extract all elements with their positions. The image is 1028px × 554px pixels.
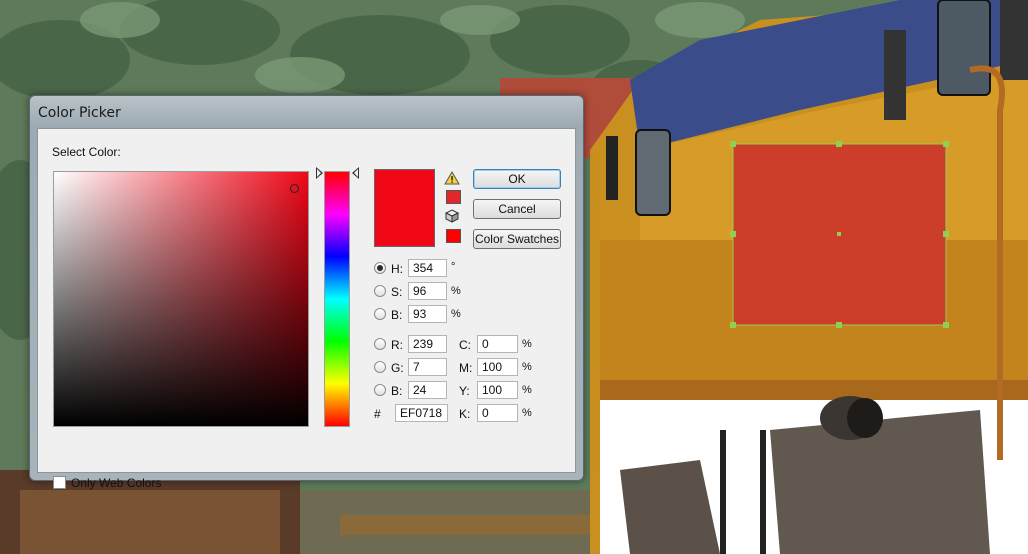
red-field[interactable]: 239 [408,335,447,353]
dialog-title: Color Picker [38,105,121,121]
saturation-brightness-field[interactable] [53,171,309,427]
cancel-button[interactable]: Cancel [473,199,561,219]
hex-label: # [374,407,381,421]
red-label: R: [391,338,403,352]
hue-slider-right-arrow-icon[interactable] [352,167,359,179]
brightness-label: B: [391,308,403,322]
yellow-field[interactable]: 100 [477,381,518,399]
color-preview-swatch [374,169,435,247]
green-field[interactable]: 7 [408,358,447,376]
black-field[interactable]: 0 [477,404,518,422]
saturation-field[interactable]: 96 [408,282,447,300]
ok-button[interactable]: OK [473,169,561,189]
hue-field[interactable]: 354 [408,259,447,277]
web-safe-swatch[interactable] [446,229,461,243]
blue-label: B: [391,384,403,398]
cyan-label: C: [459,338,471,352]
black-unit: % [522,407,532,419]
select-color-label: Select Color: [52,145,121,159]
hue-slider[interactable] [324,171,350,427]
black-label: K: [459,407,471,421]
brightness-field[interactable]: 93 [408,305,447,323]
blue-radio[interactable] [374,384,386,396]
yellow-unit: % [522,384,532,396]
red-radio[interactable] [374,338,386,350]
magenta-label: M: [459,361,473,375]
magenta-field[interactable]: 100 [477,358,518,376]
yellow-label: Y: [459,384,470,398]
only-web-colors-checkbox[interactable] [53,476,66,489]
hue-slider-left-arrow-icon[interactable] [316,167,323,179]
saturation-label: S: [391,285,403,299]
brightness-radio[interactable] [374,308,386,320]
hue-radio[interactable] [374,262,386,274]
saturation-unit: % [451,285,461,297]
hue-unit: ° [451,261,456,273]
blue-field[interactable]: 24 [408,381,447,399]
brightness-unit: % [451,308,461,320]
only-web-colors-label: Only Web Colors [71,476,162,490]
color-swatches-button[interactable]: Color Swatches [473,229,561,249]
dialog-body: Select Color: OK Cancel Color Swatches H… [37,128,576,490]
cyan-unit: % [522,338,532,350]
green-radio[interactable] [374,361,386,373]
hex-field[interactable]: EF0718 [395,404,448,422]
color-marker[interactable] [290,184,299,193]
magenta-unit: % [522,361,532,373]
green-label: G: [391,361,404,375]
cyan-field[interactable]: 0 [477,335,518,353]
saturation-radio[interactable] [374,285,386,297]
hue-label: H: [391,262,403,276]
out-of-gamut-swatch[interactable] [446,190,461,204]
color-picker-dialog[interactable]: Color Picker Select Color: OK Cancel Col… [29,95,584,490]
cube-icon[interactable] [445,209,459,223]
warning-icon[interactable] [444,171,460,185]
